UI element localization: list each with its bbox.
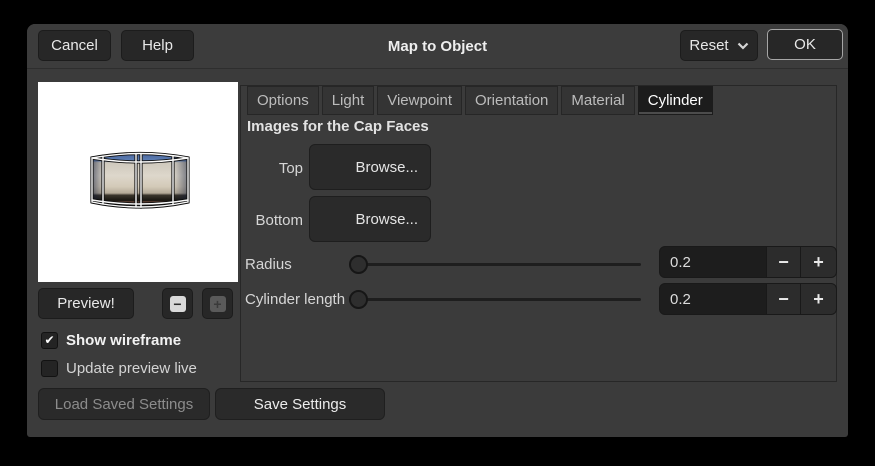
- cap-faces-heading: Images for the Cap Faces: [247, 118, 429, 135]
- preview-button-label: Preview!: [57, 295, 115, 312]
- reset-button[interactable]: Reset: [680, 30, 758, 61]
- browse-bottom-label: Browse...: [355, 210, 418, 228]
- tab-viewpoint-label: Viewpoint: [387, 92, 453, 109]
- ok-button-label: OK: [794, 36, 816, 53]
- tab-light[interactable]: Light: [321, 86, 375, 115]
- update-preview-live-checkbox[interactable]: [41, 359, 58, 377]
- cylinder-preview-image: [90, 151, 190, 209]
- browse-bottom-button[interactable]: Browse...: [309, 196, 431, 242]
- cylinder-length-slider-handle[interactable]: [349, 290, 368, 309]
- zoom-out-button[interactable]: −: [162, 288, 193, 319]
- preview-button[interactable]: Preview!: [38, 288, 134, 319]
- browse-top-button[interactable]: Browse...: [309, 144, 431, 190]
- show-wireframe-label: Show wireframe: [66, 331, 182, 349]
- tab-light-label: Light: [331, 92, 365, 109]
- plus-icon: +: [813, 251, 824, 272]
- save-settings-button[interactable]: Save Settings: [215, 388, 385, 420]
- cylinder-length-label: Cylinder length: [245, 291, 346, 308]
- tab-viewpoint[interactable]: Viewpoint: [377, 86, 463, 115]
- bottom-label: Bottom: [255, 212, 303, 229]
- preview-area[interactable]: [38, 82, 238, 282]
- radius-decrement-button[interactable]: −: [766, 247, 800, 277]
- update-preview-live-row: Update preview live: [41, 359, 197, 377]
- plus-icon: +: [813, 288, 824, 309]
- zoom-in-icon: +: [209, 295, 226, 312]
- cylinder-length-slider-track[interactable]: [349, 298, 641, 301]
- tab-orientation[interactable]: Orientation: [465, 86, 559, 115]
- cancel-button-label: Cancel: [51, 37, 98, 54]
- help-button-label: Help: [142, 37, 173, 54]
- cylinder-length-increment-button[interactable]: +: [800, 284, 836, 314]
- tab-options[interactable]: Options: [247, 86, 319, 115]
- tab-options-label: Options: [257, 92, 309, 109]
- save-settings-label: Save Settings: [253, 395, 347, 413]
- dialog-header: Cancel Help Map to Object Reset OK: [27, 24, 848, 69]
- load-saved-settings-label: Load Saved Settings: [54, 395, 194, 413]
- ok-button[interactable]: OK: [767, 29, 843, 60]
- tab-orientation-label: Orientation: [475, 92, 549, 109]
- tab-material-label: Material: [571, 92, 625, 109]
- zoom-out-icon: −: [169, 295, 186, 312]
- tab-material[interactable]: Material: [561, 86, 635, 115]
- radius-label: Radius: [245, 256, 292, 273]
- zoom-in-button: +: [202, 288, 233, 319]
- reset-button-label: Reset: [689, 37, 729, 54]
- minus-icon: −: [778, 251, 789, 272]
- cylinder-length-decrement-button[interactable]: −: [766, 284, 800, 314]
- checkmark-icon: ✔: [44, 333, 55, 347]
- tab-cylinder[interactable]: Cylinder: [637, 86, 713, 115]
- load-saved-settings-button: Load Saved Settings: [38, 388, 210, 420]
- show-wireframe-row: ✔ Show wireframe: [41, 331, 181, 349]
- radius-slider-handle[interactable]: [349, 255, 368, 274]
- top-label: Top: [278, 160, 303, 177]
- show-wireframe-checkbox[interactable]: ✔: [41, 331, 58, 349]
- radius-slider-track[interactable]: [349, 263, 641, 266]
- cylinder-length-spinbox: 0.2 − +: [659, 283, 837, 315]
- update-preview-live-label: Update preview live: [66, 359, 197, 377]
- tab-cylinder-label: Cylinder: [647, 92, 703, 109]
- tab-bar: Options Light Viewpoint Orientation Mate…: [247, 86, 713, 115]
- minus-icon: −: [778, 288, 789, 309]
- cancel-button[interactable]: Cancel: [38, 30, 111, 61]
- radius-spinbox: 0.2 − +: [659, 246, 837, 278]
- cylinder-length-value-field[interactable]: 0.2: [660, 284, 766, 314]
- browse-top-label: Browse...: [355, 158, 418, 176]
- radius-increment-button[interactable]: +: [800, 247, 836, 277]
- help-button[interactable]: Help: [121, 30, 194, 61]
- chevron-down-icon: [737, 42, 748, 50]
- settings-notebook: Options Light Viewpoint Orientation Mate…: [240, 85, 837, 382]
- map-to-object-dialog: Cancel Help Map to Object Reset OK Previ…: [27, 24, 848, 437]
- radius-value-field[interactable]: 0.2: [660, 247, 766, 277]
